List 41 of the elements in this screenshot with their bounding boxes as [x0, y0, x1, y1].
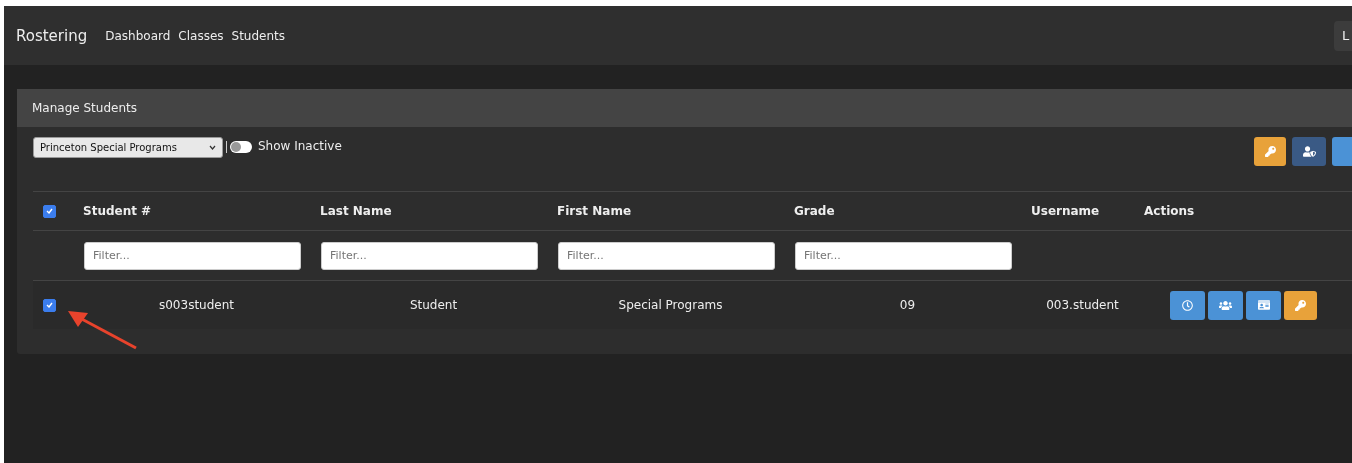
toggle-switch[interactable]: [230, 141, 252, 153]
users-icon: [1219, 298, 1232, 312]
nav-link[interactable]: Classes: [178, 28, 224, 43]
filter-input[interactable]: Filter...: [84, 241, 301, 270]
key-icon: [1264, 146, 1276, 157]
key-icon: [1295, 299, 1306, 311]
nav-link[interactable]: Students: [231, 28, 286, 43]
select-all-checkbox[interactable]: [43, 204, 56, 218]
user-shield-icon: [1302, 145, 1316, 158]
nav-link[interactable]: Dashboard: [105, 28, 171, 43]
check-icon: [46, 208, 53, 214]
toggle-label: Show Inactive: [258, 139, 342, 153]
brand-title: Rostering: [16, 26, 88, 45]
school-select[interactable]: Princeton Special Programs: [33, 137, 223, 158]
table-cell-text: s003student: [158, 298, 235, 312]
column-header: Username: [1030, 204, 1101, 218]
key-button[interactable]: [1284, 290, 1317, 320]
annotation-arrow: [68, 311, 137, 350]
user-shield-button[interactable]: [1292, 137, 1326, 166]
filter-input[interactable]: Filter...: [321, 241, 538, 270]
caret-icon: [209, 145, 216, 150]
panel-header: Manage Students: [17, 89, 1352, 127]
table-cell-text: 003.student: [1045, 298, 1120, 312]
table-cell-text: Special Programs: [617, 298, 724, 312]
id-card-icon: [1257, 299, 1270, 311]
column-header: Student #: [82, 204, 153, 218]
check-icon: [46, 302, 53, 308]
nav-button[interactable]: L: [1334, 20, 1352, 51]
clock-button[interactable]: [1170, 290, 1205, 320]
table-cell-text: 09: [898, 298, 917, 312]
column-header: Grade: [793, 204, 836, 218]
id-card-button[interactable]: [1246, 290, 1281, 320]
column-header: Last Name: [319, 204, 393, 218]
table-cell-text: Student: [408, 298, 459, 312]
column-header: First Name: [556, 204, 633, 218]
filter-input[interactable]: Filter...: [558, 241, 775, 270]
column-header: Actions: [1143, 204, 1196, 218]
users-button[interactable]: [1208, 290, 1243, 320]
clock-icon: [1182, 299, 1193, 311]
filter-input[interactable]: Filter...: [795, 241, 1012, 270]
row-checkbox[interactable]: [43, 298, 56, 312]
